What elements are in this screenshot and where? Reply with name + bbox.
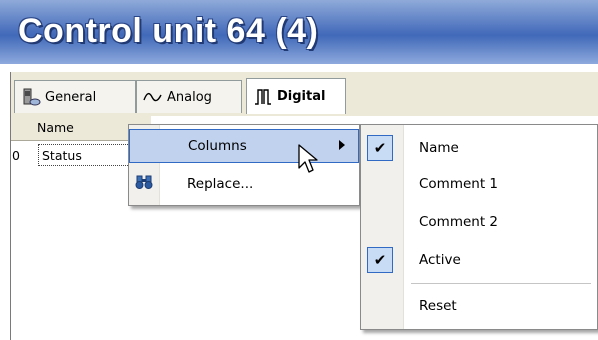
tab-analog[interactable]: Analog xyxy=(136,80,242,113)
window-title: Control unit 64 (4) xyxy=(18,12,319,50)
table-row-name-cell[interactable]: Status xyxy=(38,144,138,166)
tab-digital-label: Digital xyxy=(277,89,326,104)
submenu-item-comment-2-label: Comment 2 xyxy=(419,214,499,230)
device-icon xyxy=(21,87,41,107)
submenu-item-comment-1-label: Comment 1 xyxy=(419,176,499,192)
submenu-item-name[interactable]: ✔ Name xyxy=(361,131,597,165)
menu-item-columns-label: Columns xyxy=(188,138,247,154)
checkmark-icon: ✔ xyxy=(367,247,393,273)
submenu-item-name-label: Name xyxy=(419,140,459,156)
checkmark-icon: ✔ xyxy=(367,135,393,161)
tab-digital[interactable]: Digital xyxy=(246,78,346,114)
analog-wave-icon xyxy=(143,87,163,107)
window-title-bar: Control unit 64 (4) xyxy=(0,0,598,64)
submenu-item-reset[interactable]: Reset xyxy=(361,289,597,323)
menu-separator xyxy=(411,283,591,284)
submenu-item-active-label: Active xyxy=(419,252,461,268)
tab-general-label: General xyxy=(45,89,97,105)
tab-analog-label: Analog xyxy=(167,89,212,105)
menu-item-replace-label: Replace... xyxy=(187,176,254,192)
submenu-item-reset-label: Reset xyxy=(419,298,457,314)
mouse-cursor-icon xyxy=(298,144,322,181)
submenu-arrow-icon xyxy=(338,138,346,154)
column-header-name[interactable]: Name xyxy=(37,120,74,135)
columns-submenu: ✔ Name Comment 1 Comment 2 ✔ Active Rese… xyxy=(360,124,598,330)
tab-general[interactable]: General xyxy=(14,80,136,113)
context-menu: Columns Replace... xyxy=(128,124,360,206)
digital-signal-icon xyxy=(253,87,273,107)
menu-item-replace[interactable]: Replace... xyxy=(129,167,359,201)
menu-item-columns[interactable]: Columns xyxy=(129,129,359,163)
submenu-item-comment-1[interactable]: Comment 1 xyxy=(361,167,597,201)
binoculars-icon xyxy=(135,174,153,194)
row-index: 0 xyxy=(12,148,20,163)
submenu-item-comment-2[interactable]: Comment 2 xyxy=(361,205,597,239)
submenu-item-active[interactable]: ✔ Active xyxy=(361,243,597,277)
